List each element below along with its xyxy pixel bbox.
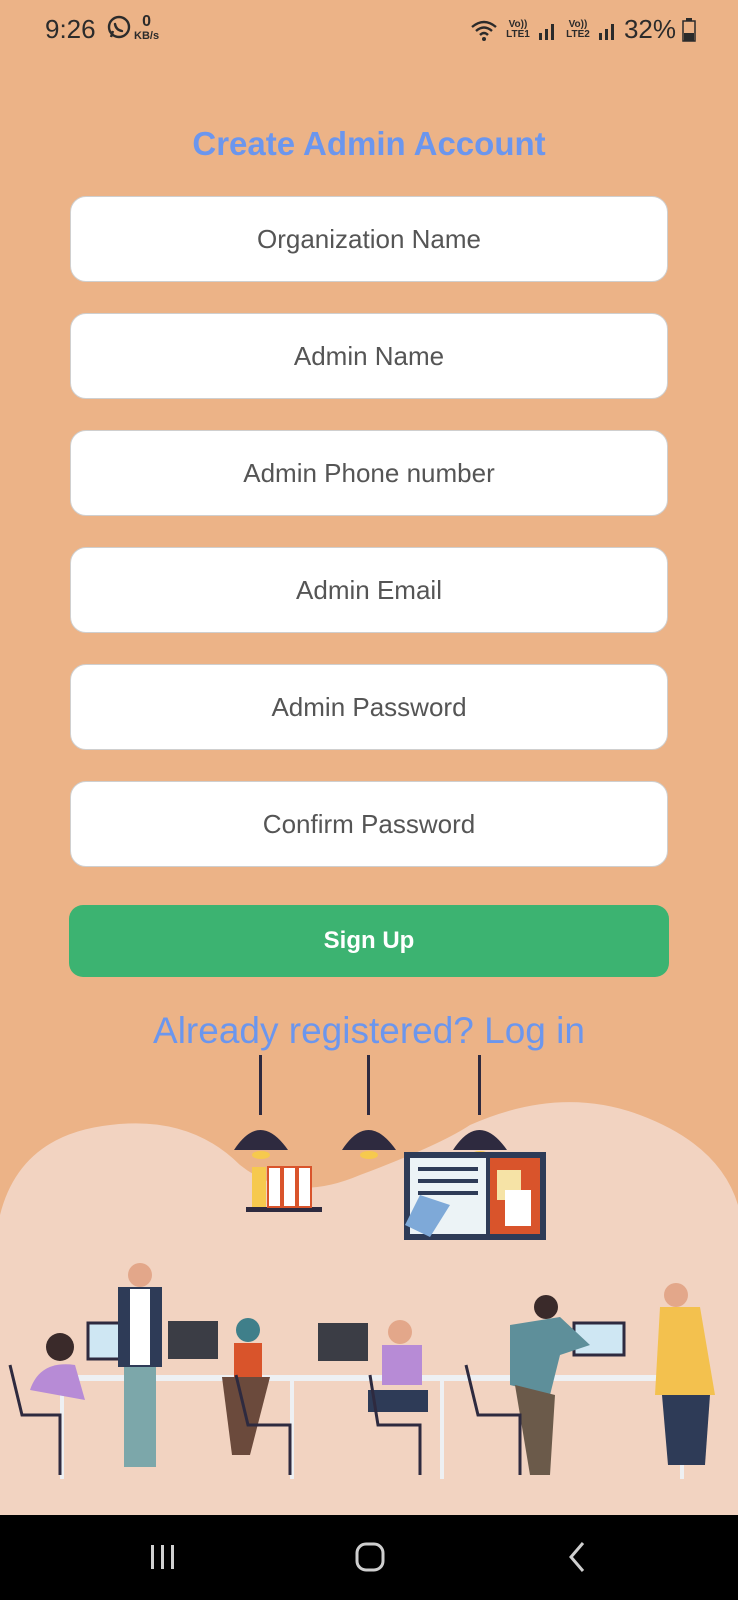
notice-board [404,1152,546,1240]
sim2-label: Vo)) LTE2 [566,18,590,40]
background-blob [0,1102,738,1515]
navigation-bar [0,1515,738,1600]
wifi-icon [471,20,497,41]
admin-name-input[interactable] [71,313,667,399]
login-link[interactable]: Already registered? Log in [0,1010,738,1052]
admin-phone-field[interactable] [70,430,668,516]
recent-apps-icon[interactable] [133,1537,193,1577]
whatsapp-icon [107,15,131,39]
page-title: Create Admin Account [192,125,546,162]
admin-phone-input[interactable] [71,430,667,516]
status-icons: Vo)) LTE1 Vo)) LTE2 32% [470,14,696,45]
admin-password-input[interactable] [71,664,667,750]
admin-email-field[interactable] [70,547,668,633]
back-icon[interactable] [547,1537,607,1577]
battery-percent: 32% [623,14,676,44]
battery-icon [682,17,696,42]
organization-name-input[interactable] [71,196,667,282]
confirm-password-input[interactable] [71,781,667,867]
shelf-binders [246,1166,322,1212]
admin-email-input[interactable] [71,547,667,633]
office-illustration [0,1055,738,1515]
ceiling-lamps [234,1055,507,1150]
home-icon[interactable] [340,1537,400,1577]
data-rate: 0 KB/s [134,13,160,43]
sign-up-button[interactable]: Sign Up [69,905,669,977]
confirm-password-field[interactable] [70,781,668,867]
admin-name-field[interactable] [70,313,668,399]
signal-icon [598,23,614,40]
sim1-label: Vo)) LTE1 [506,18,530,40]
organization-name-field[interactable] [70,196,668,282]
admin-password-field[interactable] [70,664,668,750]
status-time: 9:26 [45,14,96,44]
signal-icon [538,23,554,40]
status-bar: 9:26 0 KB/s Vo)) LTE1 Vo)) LTE2 32% [0,0,738,60]
